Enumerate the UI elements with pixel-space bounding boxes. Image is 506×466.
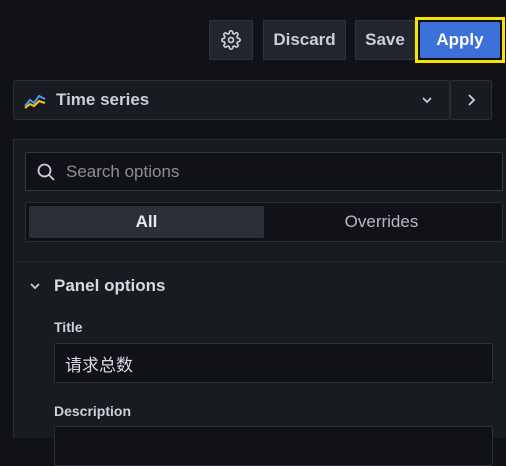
visualization-name: Time series [56, 90, 150, 109]
search-box [25, 152, 503, 191]
panel-options-header[interactable]: Panel options [28, 274, 165, 298]
apply-button[interactable]: Apply [420, 22, 500, 58]
tab-overrides[interactable]: Overrides [264, 206, 499, 238]
settings-button[interactable] [209, 20, 253, 60]
search-icon [37, 163, 55, 181]
save-button[interactable]: Save [355, 20, 415, 60]
description-label: Description [54, 403, 132, 419]
options-tabs: All Overrides [25, 202, 503, 242]
time-series-icon [24, 94, 46, 109]
visualization-picker[interactable]: Time series [13, 80, 450, 120]
search-options-input[interactable] [64, 160, 484, 183]
editor-toolbar: Discard Save Apply [0, 17, 506, 63]
section-title: Panel options [54, 276, 166, 295]
gear-icon [221, 30, 241, 50]
discard-button[interactable]: Discard [263, 20, 346, 60]
chevron-right-icon [468, 94, 476, 106]
chevron-down-icon [30, 283, 40, 290]
title-input[interactable] [54, 343, 493, 383]
title-label: Title [54, 319, 83, 335]
description-input[interactable] [54, 426, 493, 466]
collapse-options-button[interactable] [450, 80, 492, 120]
options-pane: All Overrides Panel options Title Descri… [13, 139, 506, 466]
tab-all[interactable]: All [29, 206, 264, 238]
divider [14, 261, 506, 262]
chevron-down-icon [422, 97, 432, 104]
apply-highlight: Apply [415, 17, 505, 63]
